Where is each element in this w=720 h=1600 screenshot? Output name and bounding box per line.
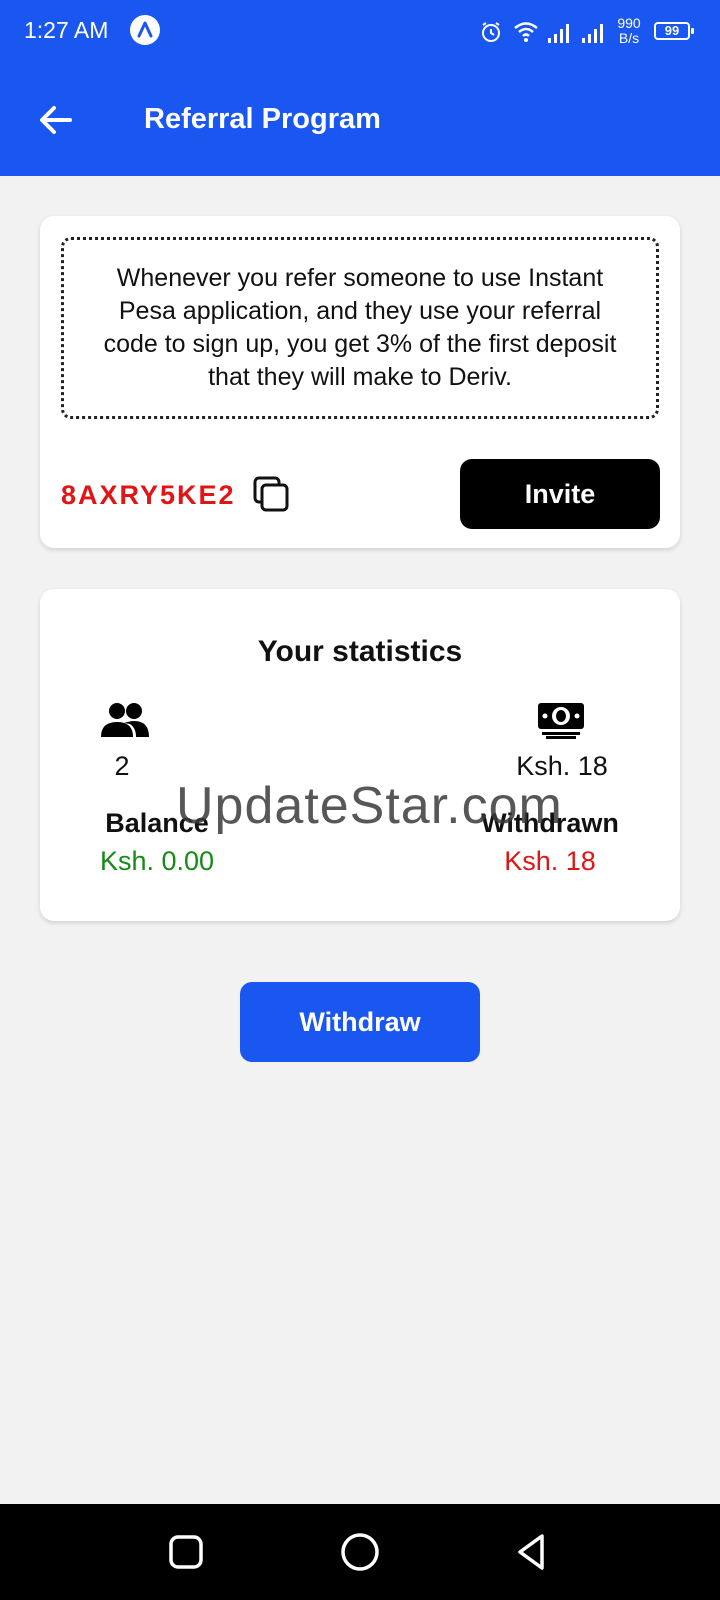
signal-icon-2 — [581, 22, 607, 49]
triangle-back-icon — [518, 1534, 544, 1570]
app-notification-icon — [130, 15, 160, 45]
square-icon — [169, 1535, 203, 1569]
copy-code-button[interactable] — [251, 474, 291, 514]
withdraw-button[interactable]: Withdraw — [240, 982, 480, 1062]
referral-code: 8AXRY5KE2 — [61, 480, 236, 510]
referral-description: Whenever you refer someone to use Instan… — [103, 264, 617, 391]
page-title: Referral Program — [144, 103, 381, 135]
referral-description-box: Whenever you refer someone to use Instan… — [61, 237, 659, 419]
watermark: UpdateStar.com — [176, 777, 563, 835]
withdrawn-value: Ksh. 18 — [504, 846, 596, 876]
battery-icon: 99 — [654, 22, 694, 40]
statistics-card: Your statistics 2 Ksh. 18 Balance Ksh. 0… — [40, 589, 680, 921]
money-icon — [536, 699, 586, 739]
copy-icon — [253, 476, 289, 512]
statistics-title: Your statistics — [257, 635, 463, 668]
people-icon — [100, 701, 150, 741]
back-button[interactable] — [36, 100, 76, 140]
invite-button[interactable]: Invite — [460, 459, 660, 529]
balance-value: Ksh. 0.00 — [99, 846, 215, 876]
status-bar: 1:27 AM 990 B/s 99 — [0, 0, 720, 64]
signal-icon-1 — [547, 22, 573, 49]
system-nav-bar — [0, 1504, 720, 1600]
home-button[interactable] — [338, 1530, 382, 1574]
circle-icon — [341, 1533, 379, 1571]
wifi-icon — [513, 20, 539, 49]
referrals-count: 2 — [114, 751, 130, 781]
network-speed: 990 B/s — [617, 15, 641, 46]
alarm-icon — [479, 20, 503, 49]
system-back-button[interactable] — [512, 1530, 556, 1574]
recents-button[interactable] — [164, 1530, 208, 1574]
app-bar: 1:27 AM 990 B/s 99 Referral Program — [0, 0, 720, 176]
referral-card: Whenever you refer someone to use Instan… — [40, 216, 680, 548]
arrow-left-icon — [40, 106, 72, 134]
status-time: 1:27 AM — [24, 17, 109, 43]
